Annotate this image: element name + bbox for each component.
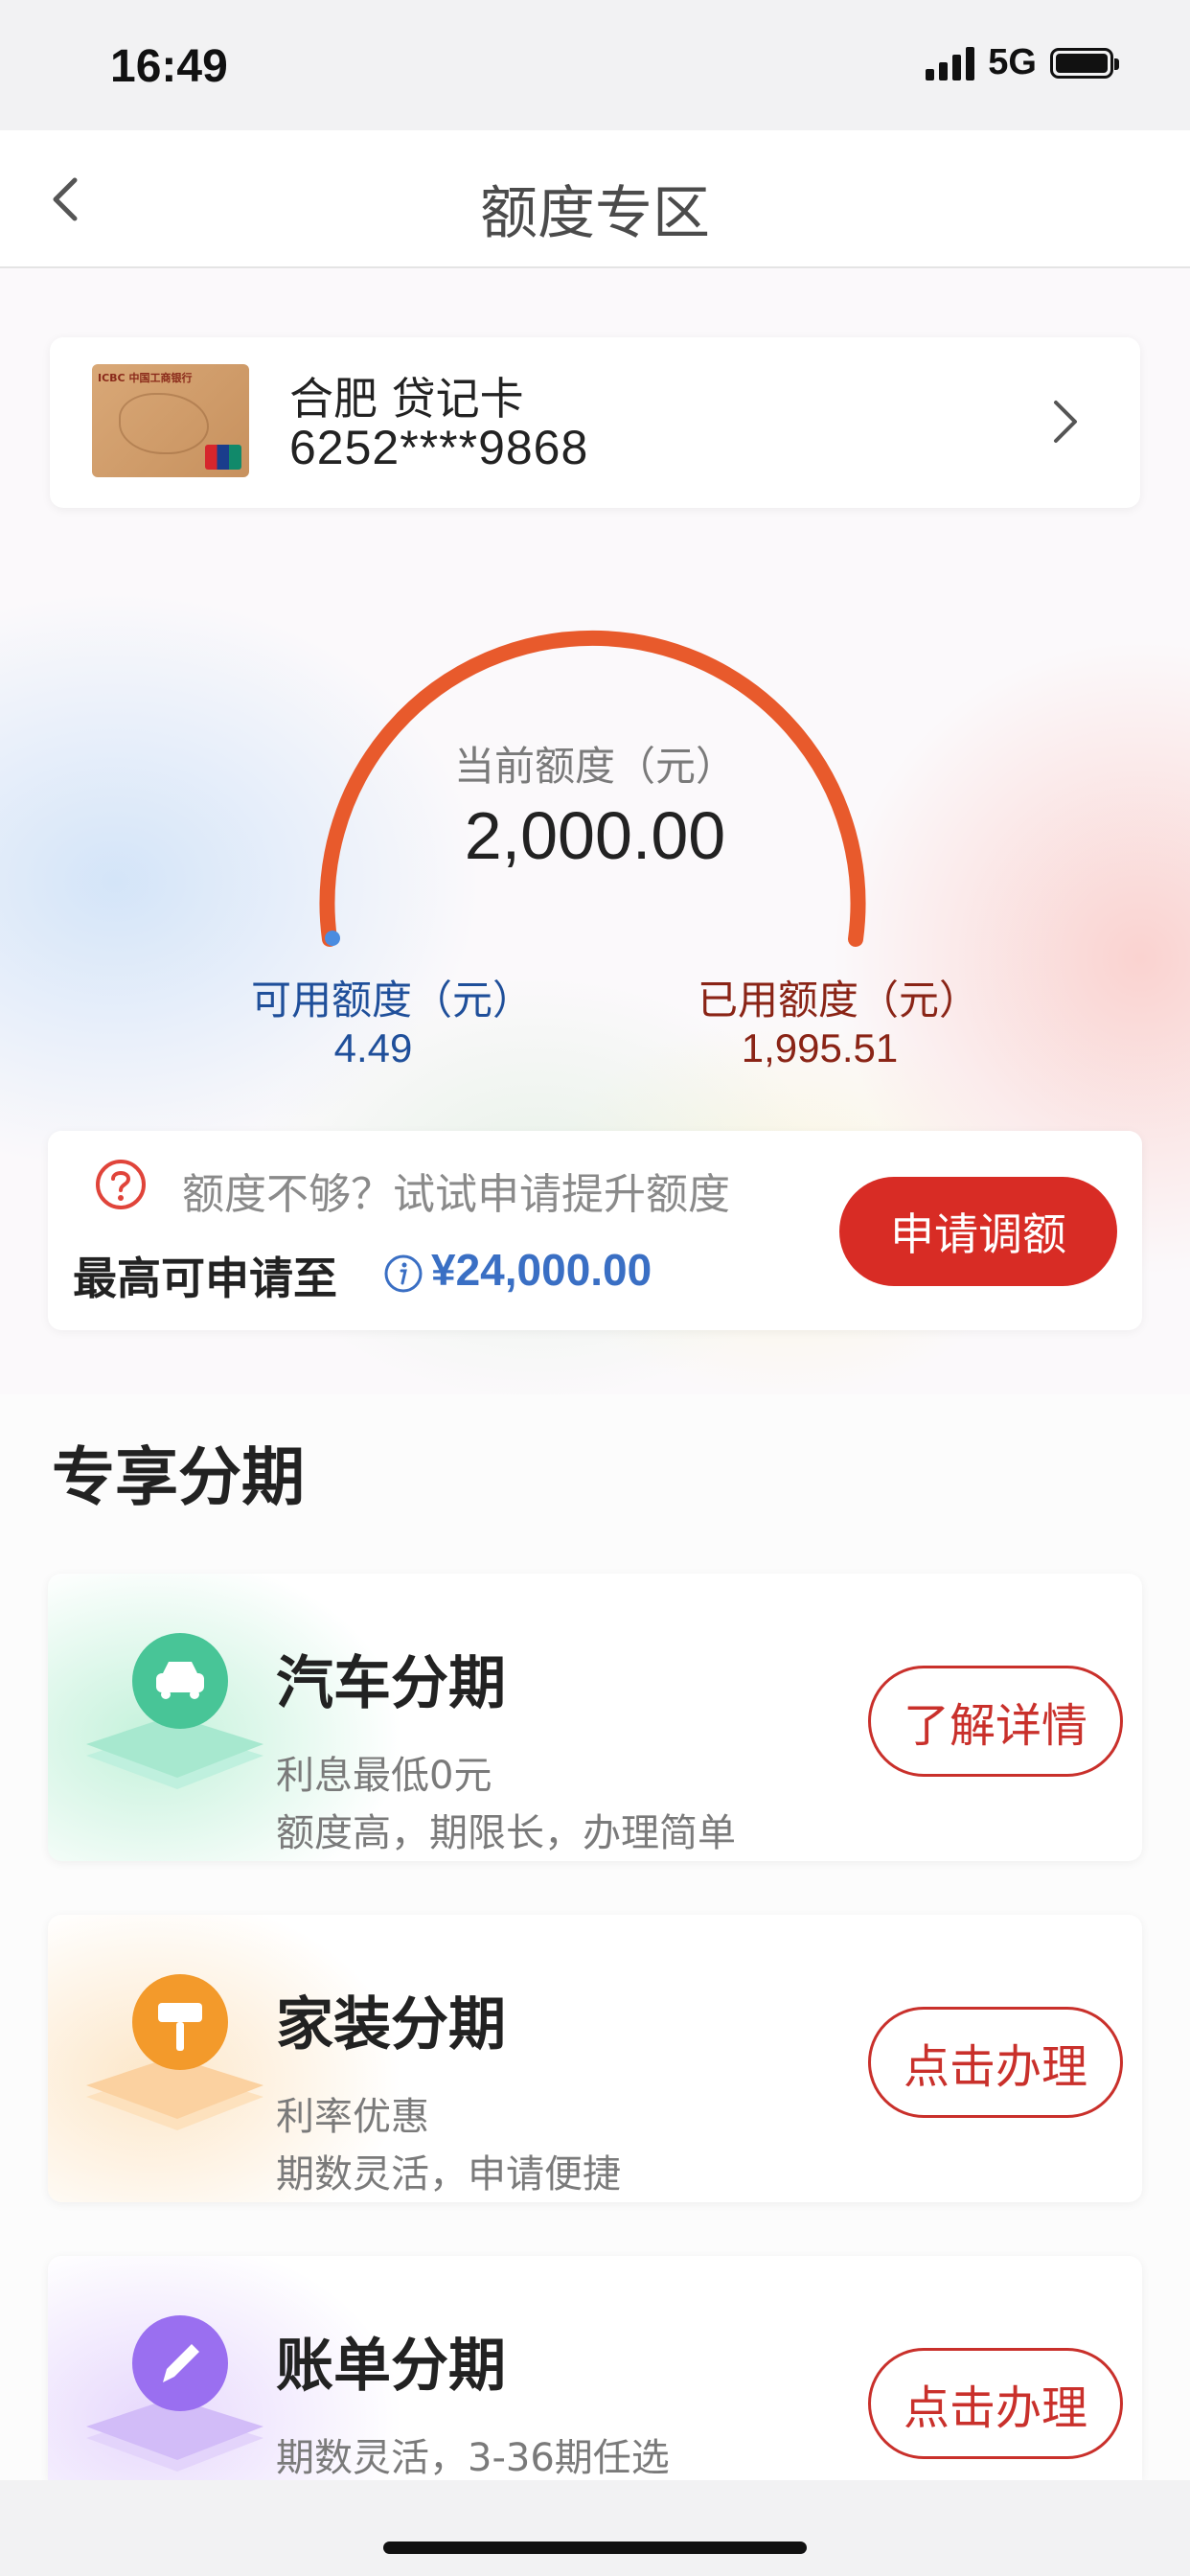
item-subtitle: 利率优惠 (276, 2095, 429, 2139)
unionpay-logo-icon (205, 445, 241, 470)
apply-now-button[interactable]: 点击办理 (868, 2348, 1123, 2459)
apply-now-button[interactable]: 点击办理 (868, 2007, 1123, 2118)
max-apply-label: 最高可申请至 (73, 1253, 337, 1304)
battery-icon (1050, 47, 1119, 79)
question-circle-icon (96, 1160, 146, 1209)
available-limit-label: 可用额度（元） (251, 977, 534, 1024)
home-indicator[interactable] (383, 2542, 807, 2554)
section-title: 专享分期 (52, 1440, 305, 1514)
item-description: 期数灵活，申请便捷 (276, 2152, 621, 2196)
network-label: 5G (988, 42, 1037, 82)
card-selector[interactable]: ICBC 中国工商银行 合肥 贷记卡 6252****9868 (50, 337, 1140, 508)
current-limit-label: 当前额度（元） (453, 743, 736, 790)
card-number: 6252****9868 (289, 421, 589, 474)
home-indicator-area (0, 2480, 1190, 2576)
item-title: 汽车分期 (276, 1650, 506, 1717)
gauge-available-dot (325, 931, 340, 946)
pencil-icon (86, 2315, 263, 2472)
status-time: 16:49 (110, 41, 228, 92)
nav-bar: 额度专区 (0, 130, 1190, 268)
card-name: 合肥 贷记卡 (289, 373, 524, 425)
status-indicators: 5G (926, 42, 1119, 83)
item-subtitle: 利息最低0元 (276, 1754, 492, 1798)
promo-text: 额度不够？试试申请提升额度 (182, 1170, 730, 1219)
card-thumbnail: ICBC 中国工商银行 (92, 364, 249, 477)
learn-more-button[interactable]: 了解详情 (868, 1666, 1123, 1777)
max-apply-amount: ¥24,000.00 (431, 1245, 652, 1295)
installment-card-bill[interactable]: 账单分期 期数灵活，3-36期任选 点击办理 (48, 2256, 1142, 2480)
installment-card-home[interactable]: 家装分期 利率优惠 期数灵活，申请便捷 点击办理 (48, 1915, 1142, 2202)
item-title: 家装分期 (276, 1991, 506, 2058)
used-limit-label: 已用额度（元） (698, 977, 980, 1024)
chevron-right-icon (1054, 401, 1077, 443)
status-bar: 16:49 5G (0, 0, 1190, 130)
item-description: 额度高，期限长，办理简单 (276, 1811, 736, 1855)
page-title: 额度专区 (480, 180, 710, 247)
limit-increase-card: 额度不够？试试申请提升额度 最高可申请至 ¥24,000.00 申请调额 (48, 1131, 1142, 1330)
apply-adjust-button[interactable]: 申请调额 (839, 1177, 1117, 1286)
available-limit-value: 4.49 (333, 1025, 413, 1070)
car-icon (86, 1633, 263, 1789)
paint-roller-icon (86, 1974, 263, 2130)
installment-card-car[interactable]: 汽车分期 利息最低0元 额度高，期限长，办理简单 了解详情 (48, 1574, 1142, 1861)
item-subtitle: 期数灵活，3-36期任选 (276, 2436, 670, 2480)
item-title: 账单分期 (276, 2333, 506, 2400)
info-icon[interactable] (383, 1254, 423, 1294)
signal-icon (926, 46, 975, 80)
current-limit-value: 2,000.00 (464, 798, 726, 873)
used-limit-value: 1,995.51 (741, 1025, 899, 1070)
